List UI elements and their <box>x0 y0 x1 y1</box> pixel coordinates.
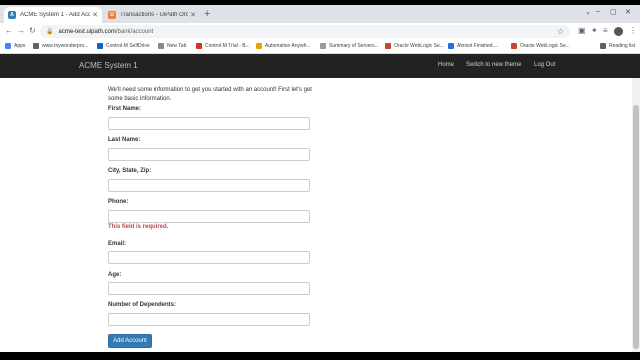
bookmark-item[interactable]: www.mywonderpro... <box>33 43 88 49</box>
acme-icon: A <box>8 11 16 19</box>
tab-uipath-transactions[interactable]: U Transactions - UiPath Orchestrator ✕ <box>104 7 200 23</box>
url-path: /bank/account <box>115 28 154 35</box>
reading-list-icon <box>600 43 606 49</box>
bookmark-label: Control-M Trial - B... <box>205 43 250 49</box>
back-arrow-icon[interactable]: ← <box>5 26 13 35</box>
bookmark-label: Apps <box>14 43 26 49</box>
bookmark-item[interactable]: Oracle WebLogic Se... <box>385 43 444 49</box>
globe-icon <box>33 43 39 49</box>
menu-dots-icon[interactable]: ⋮ <box>629 26 637 35</box>
oracle-icon <box>385 43 391 49</box>
media-icon[interactable]: ≡ <box>603 26 608 35</box>
dependents-label: Number of Dependents: <box>108 302 177 308</box>
bookmark-favicon-icon <box>97 43 103 49</box>
close-icon[interactable]: ✕ <box>188 11 198 19</box>
bookmark-item[interactable]: Oracle WebLogic Se... <box>511 43 570 49</box>
extension-icon[interactable]: ▣ <box>578 26 586 35</box>
age-label: Age: <box>108 272 122 278</box>
phone-field[interactable] <box>108 210 310 223</box>
bookmark-label: Oracle WebLogic Se... <box>520 43 570 49</box>
address-bar[interactable]: 🔒 acme-test.uipath.com/bank/account ☆ <box>40 25 570 38</box>
new-tab-icon[interactable]: + <box>204 8 210 20</box>
minimize-icon[interactable]: – <box>596 8 600 15</box>
bookmark-item[interactable]: Automation Anywh... <box>256 43 311 49</box>
nav-home-link[interactable]: Home <box>438 62 454 68</box>
last-name-field[interactable] <box>108 148 310 161</box>
bookmarks-bar: Apps www.mywonderpro... Control-M SelfDr… <box>0 40 640 54</box>
bookmark-item[interactable]: Almost Finished.... <box>448 43 498 49</box>
tab-strip: A ACME System 1 - Add Account ✕ U Transa… <box>0 5 640 23</box>
bookmark-favicon-icon <box>158 43 164 49</box>
add-account-page: We'll need some information to get you s… <box>0 78 632 352</box>
email-field[interactable] <box>108 251 310 264</box>
bookmark-apps[interactable]: Apps <box>5 43 25 49</box>
dependents-field[interactable] <box>108 313 310 326</box>
bookmark-label: New Tab <box>167 43 187 49</box>
app-navbar: ACME System 1 Home Switch to new theme L… <box>0 54 640 78</box>
city-state-zip-field[interactable] <box>108 179 310 192</box>
browser-toolbar: ← → ↻ 🔒 acme-test.uipath.com/bank/accoun… <box>0 23 640 40</box>
bookmark-label: Summary of Servers... <box>329 43 379 49</box>
page-scrollbar-thumb[interactable] <box>633 105 639 349</box>
star-icon[interactable]: ☆ <box>557 27 564 36</box>
bookmark-label: www.mywonderpro... <box>42 43 89 49</box>
bookmark-label: Oracle WebLogic Se... <box>394 43 444 49</box>
bookmark-label: Almost Finished.... <box>457 43 499 49</box>
bookmark-label: Automation Anywh... <box>265 43 311 49</box>
city-state-zip-label: City, State, Zip: <box>108 168 152 174</box>
url-host: acme-test.uipath.com <box>58 28 116 35</box>
age-field[interactable] <box>108 282 310 295</box>
bookmark-item[interactable]: Summary of Servers... <box>320 43 379 49</box>
bookmark-favicon-icon <box>448 43 454 49</box>
bookmark-favicon-icon <box>196 43 202 49</box>
add-account-button[interactable]: Add Account <box>108 334 152 348</box>
puzzle-icon[interactable]: ✦ <box>591 26 598 35</box>
nav-logout-link[interactable]: Log Out <box>534 62 555 68</box>
bookmark-label: Control-M SelfDrive <box>106 43 150 49</box>
forward-arrow-icon[interactable]: → <box>17 26 25 35</box>
oracle-icon <box>511 43 517 49</box>
bookmark-favicon-icon <box>256 43 262 49</box>
phone-error-message: This field is required. <box>108 224 169 230</box>
close-icon[interactable]: ✕ <box>90 11 100 19</box>
intro-text: We'll need some information to get you s… <box>108 87 312 102</box>
browser-window: A ACME System 1 - Add Account ✕ U Transa… <box>0 5 640 352</box>
first-name-field[interactable] <box>108 117 310 130</box>
last-name-label: Last Name: <box>108 137 141 143</box>
chevron-down-icon[interactable]: ⌄ <box>585 8 591 16</box>
tab-title: Transactions - UiPath Orchestrator <box>120 12 188 18</box>
first-name-label: First Name: <box>108 106 142 112</box>
bookmark-favicon-icon <box>320 43 326 49</box>
email-label: Email: <box>108 241 127 247</box>
bookmark-reading-list[interactable]: Reading list <box>600 43 635 49</box>
avatar[interactable] <box>614 27 623 36</box>
close-window-icon[interactable]: ✕ <box>625 8 631 16</box>
bookmark-item[interactable]: Control-M Trial - B... <box>196 43 250 49</box>
app-brand[interactable]: ACME System 1 <box>79 61 138 70</box>
nav-switch-theme-link[interactable]: Switch to new theme <box>466 62 521 68</box>
phone-label: Phone: <box>108 199 129 205</box>
bookmark-item[interactable]: Control-M SelfDrive <box>97 43 150 49</box>
reload-icon[interactable]: ↻ <box>29 26 36 35</box>
maximize-icon[interactable]: ▢ <box>610 8 617 16</box>
tab-acme-add-account[interactable]: A ACME System 1 - Add Account ✕ <box>4 7 102 23</box>
apps-grid-icon <box>5 43 11 49</box>
lock-icon: 🔒 <box>46 29 54 35</box>
bookmark-label: Reading list <box>609 43 636 49</box>
tab-title: ACME System 1 - Add Account <box>20 12 90 18</box>
uipath-icon: U <box>108 11 116 19</box>
bookmark-item[interactable]: New Tab <box>158 43 186 49</box>
